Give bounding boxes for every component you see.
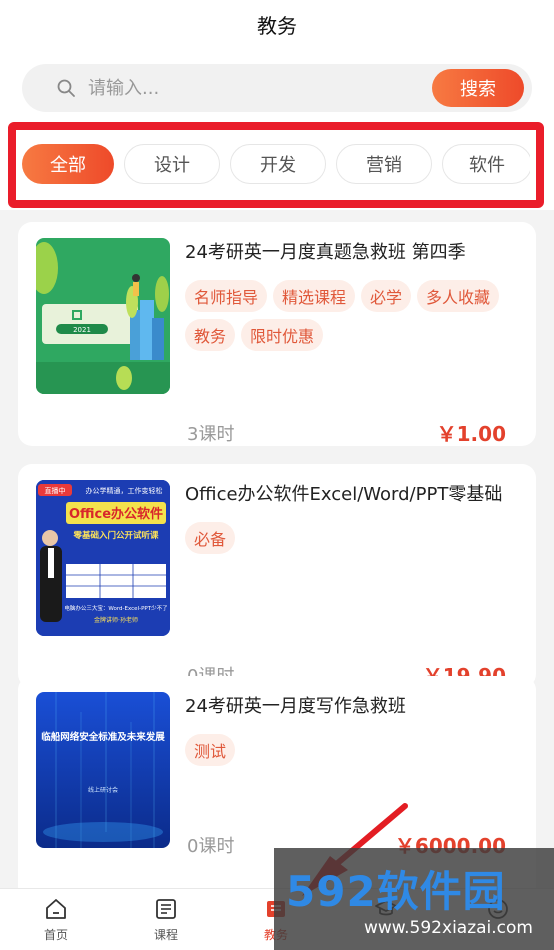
course-tags: 必备 <box>185 522 525 554</box>
course-tag: 多人收藏 <box>417 280 500 312</box>
search-icon <box>57 79 75 97</box>
search-button[interactable]: 搜索 <box>432 69 524 107</box>
course-tags: 名师指导 精选课程 必学 多人收藏 教务 限时优惠 <box>185 280 525 351</box>
thumbnail-year: 2021 <box>73 326 91 334</box>
course-title: Office办公软件Excel/Word/PPT零基础 <box>185 484 503 505</box>
category-tab-software[interactable]: 软件 <box>442 144 530 184</box>
thumbnail-subtitle: 线上研讨会 <box>88 786 118 794</box>
course-hours: 0课时 <box>187 836 235 857</box>
course-tag: 必学 <box>361 280 412 312</box>
course-thumbnail-image: 临船网络安全标准及未来发展 线上研讨会 <box>36 692 170 848</box>
page-header: 教务 <box>0 0 554 48</box>
course-thumbnail-image: 2021 <box>36 238 170 394</box>
thumbnail-slogan: 办公学精通，工作变轻松 <box>86 486 163 495</box>
course-thumbnail: 直播中 办公学精通，工作变轻松 Office办公软件 零基础入门公开试听课 电脑… <box>36 480 170 636</box>
category-tab-design[interactable]: 设计 <box>124 144 220 184</box>
watermark-overlay: 592软件园 www.592xiazai.com <box>274 848 554 950</box>
course-tag: 名师指导 <box>185 280 268 312</box>
course-thumbnail-image: 直播中 办公学精通，工作变轻松 Office办公软件 零基础入门公开试听课 电脑… <box>36 480 170 636</box>
thumbnail-tagline: 电脑办公三大宝：Word-Excel-PPT少不了 <box>64 604 167 612</box>
tab-label: 课程 <box>153 928 178 942</box>
thumbnail-teacher: 金牌讲师·孙老师 <box>94 616 138 624</box>
category-tab-marketing[interactable]: 营销 <box>336 144 432 184</box>
tab-label: 首页 <box>43 928 68 942</box>
tab-home[interactable]: 首页 <box>16 897 96 947</box>
thumbnail-subtitle: 零基础入门公开试听课 <box>72 530 159 541</box>
search-bar: 搜索 <box>22 64 532 112</box>
course-tag: 测试 <box>185 734 236 766</box>
course-tag: 必备 <box>185 522 236 554</box>
search-input[interactable] <box>88 70 408 106</box>
page-title: 教务 <box>257 13 297 38</box>
category-tabs: 全部 设计 开发 营销 软件 <box>22 144 530 186</box>
watermark-brand-text: 软件园 <box>376 867 506 916</box>
thumbnail-main-title: Office办公软件 <box>69 506 163 522</box>
watermark-brand-number: 592 <box>286 867 377 916</box>
course-card[interactable]: 直播中 办公学精通，工作变轻松 Office办公软件 零基础入门公开试听课 电脑… <box>18 464 536 688</box>
course-icon <box>156 899 176 919</box>
course-thumbnail: 临船网络安全标准及未来发展 线上研讨会 <box>36 692 170 848</box>
thumbnail-main-title: 临船网络安全标准及未来发展 <box>41 731 165 743</box>
watermark-brand: 592软件园 <box>286 858 506 919</box>
course-thumbnail: 2021 <box>36 238 170 394</box>
course-tags: 测试 <box>185 734 525 766</box>
course-price: ￥1.00 <box>436 422 506 446</box>
live-badge: 直播中 <box>45 486 66 495</box>
category-tab-development[interactable]: 开发 <box>230 144 326 184</box>
course-title: 24考研英一月度写作急救班 <box>185 696 406 717</box>
category-highlight-frame: 全部 设计 开发 营销 软件 <box>8 122 544 208</box>
category-tab-all[interactable]: 全部 <box>22 144 114 184</box>
watermark-url: www.592xiazai.com <box>364 918 533 938</box>
search-area: 搜索 全部 设计 开发 营销 软件 <box>0 48 554 210</box>
course-tag: 教务 <box>185 319 236 351</box>
course-tag: 精选课程 <box>273 280 356 312</box>
tab-course[interactable]: 课程 <box>126 897 206 947</box>
course-title: 24考研英一月度真题急救班 第四季 <box>185 242 466 263</box>
course-card[interactable]: 2021 24考研英一月度真题急救班 第四季 名师指导 精选课程 必学 多人收藏… <box>18 222 536 446</box>
home-icon <box>46 899 66 919</box>
course-hours: 3课时 <box>187 424 235 445</box>
course-tag: 限时优惠 <box>241 319 324 351</box>
